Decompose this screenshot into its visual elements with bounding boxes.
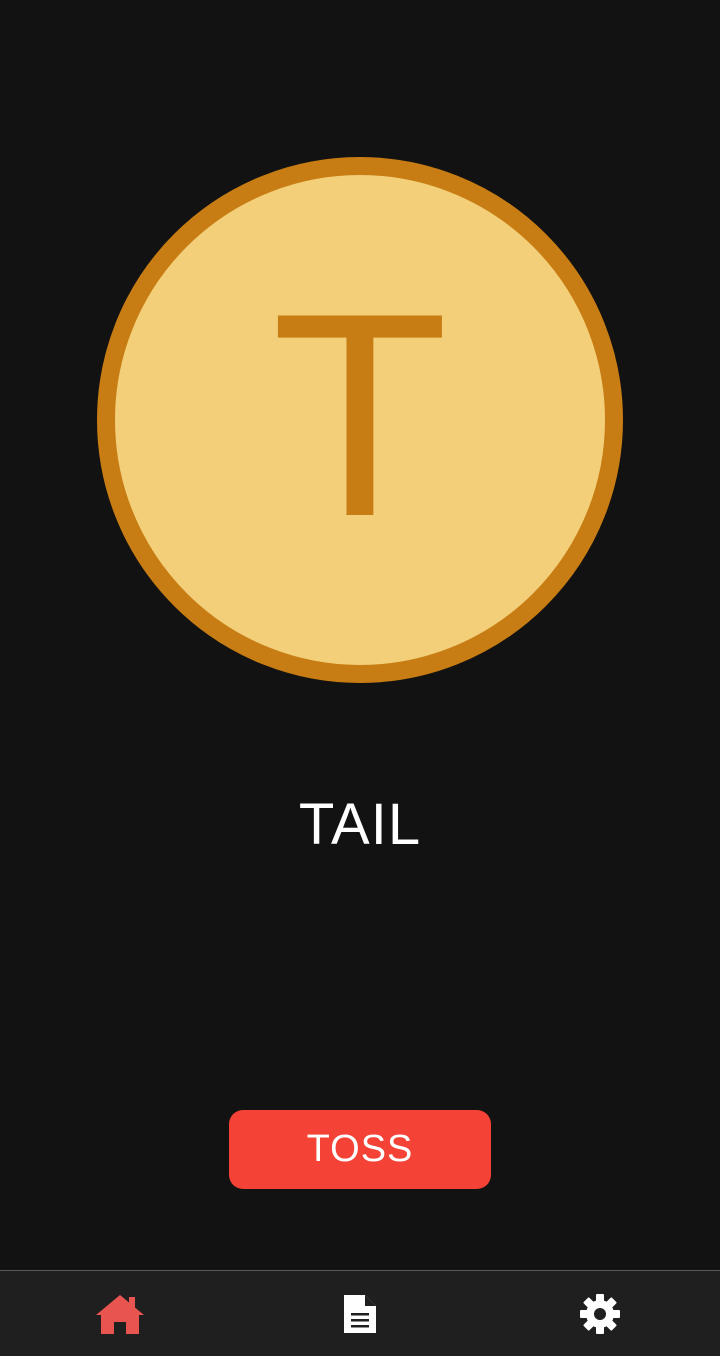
document-icon bbox=[342, 1293, 378, 1335]
nav-item-settings[interactable] bbox=[480, 1271, 720, 1356]
toss-button[interactable]: TOSS bbox=[229, 1110, 491, 1189]
nav-item-home[interactable] bbox=[0, 1271, 240, 1356]
coin-toss-screen: T TAIL TOSS bbox=[0, 0, 720, 1356]
coin: T bbox=[97, 157, 623, 683]
toss-result-label: TAIL bbox=[298, 792, 422, 857]
bottom-navigation bbox=[0, 1270, 720, 1356]
coin-face-letter: T bbox=[271, 253, 449, 577]
nav-item-history[interactable] bbox=[240, 1271, 480, 1356]
gear-icon bbox=[579, 1293, 621, 1335]
home-icon bbox=[94, 1292, 146, 1336]
